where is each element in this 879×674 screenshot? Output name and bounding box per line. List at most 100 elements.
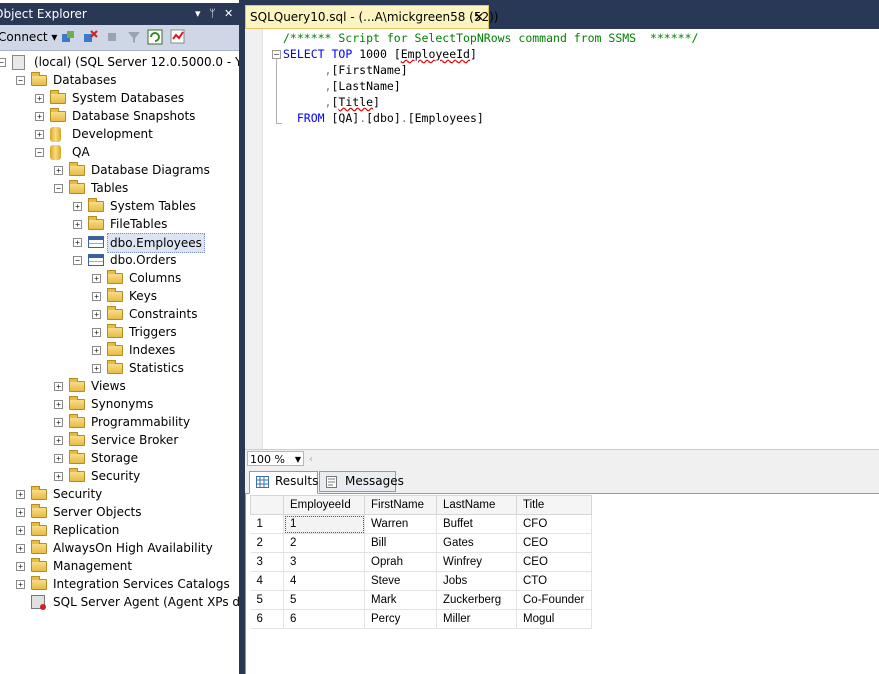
grid-cell[interactable]: CEO <box>516 533 592 553</box>
tab-results[interactable]: Results <box>249 471 318 494</box>
column-header[interactable]: EmployeeId <box>283 495 365 515</box>
connect-icon[interactable] <box>60 29 76 45</box>
table-row[interactable]: 3 3 Oprah Winfrey CEO <box>250 552 592 572</box>
tree-node-label: AlwaysOn High Availability <box>53 541 213 555</box>
grid-cell[interactable]: Oprah <box>364 552 437 572</box>
fold-guide-line <box>276 59 282 124</box>
expand-icon[interactable]: + <box>54 400 63 409</box>
pin-icon[interactable]: ᛘ <box>209 3 216 25</box>
row-number-cell[interactable]: 1 <box>250 514 284 534</box>
expand-icon[interactable]: + <box>92 310 101 319</box>
tree-node-label: dbo.Orders <box>110 253 177 267</box>
expand-icon[interactable]: + <box>16 508 25 517</box>
expand-icon[interactable]: + <box>35 112 44 121</box>
expand-icon[interactable]: + <box>92 346 101 355</box>
results-grid[interactable]: EmployeeId FirstName LastName Title 1 1 Warre… <box>250 495 592 629</box>
table-row[interactable]: 2 2 Bill Gates CEO <box>250 533 592 553</box>
table-row[interactable]: 6 6 Percy Miller Mogul <box>250 609 592 629</box>
table-row[interactable]: 4 4 Steve Jobs CTO <box>250 571 592 591</box>
grid-cell[interactable]: CTO <box>516 571 592 591</box>
grid-cell[interactable]: Co-Founder <box>516 590 592 610</box>
grid-icon <box>256 475 269 488</box>
grid-cell[interactable]: CFO <box>516 514 592 534</box>
column-header[interactable]: LastName <box>436 495 517 515</box>
filter-icon[interactable] <box>126 29 142 45</box>
expand-icon[interactable]: + <box>73 220 82 229</box>
expand-icon[interactable]: + <box>92 328 101 337</box>
close-tab-icon[interactable]: ✕ <box>474 6 484 28</box>
table-row[interactable]: 5 5 Mark Zuckerberg Co-Founder <box>250 590 592 610</box>
grid-cell[interactable]: 4 <box>283 571 365 591</box>
grid-cell[interactable]: Percy <box>364 609 437 629</box>
collapse-icon[interactable]: − <box>35 148 44 157</box>
pin-dropdown-icon[interactable]: ▾ <box>195 3 201 25</box>
expand-icon[interactable]: + <box>54 418 63 427</box>
collapse-icon[interactable]: − <box>54 184 63 193</box>
collapse-icon[interactable]: − <box>0 58 6 67</box>
collapse-icon[interactable]: − <box>16 76 25 85</box>
grid-cell[interactable]: 5 <box>283 590 365 610</box>
grid-cell[interactable]: Mogul <box>516 609 592 629</box>
expand-icon[interactable]: + <box>35 94 44 103</box>
expand-icon[interactable]: + <box>54 472 63 481</box>
scroll-left-icon[interactable]: ‹ <box>309 454 313 465</box>
row-number-cell[interactable]: 2 <box>250 533 284 553</box>
expand-icon[interactable]: + <box>54 454 63 463</box>
expand-icon[interactable]: + <box>73 202 82 211</box>
query-editor[interactable]: − /****** Script for SelectTopNRows comm… <box>245 29 879 452</box>
expand-icon[interactable]: + <box>92 274 101 283</box>
expand-icon[interactable]: + <box>16 544 25 553</box>
expand-icon[interactable]: + <box>54 436 63 445</box>
grid-cell[interactable]: Jobs <box>436 571 517 591</box>
expand-icon[interactable]: + <box>16 526 25 535</box>
activity-monitor-icon[interactable] <box>170 29 186 45</box>
grid-cell[interactable]: Mark <box>364 590 437 610</box>
row-number-cell[interactable]: 3 <box>250 552 284 572</box>
row-number-cell[interactable]: 5 <box>250 590 284 610</box>
grid-cell[interactable]: Buffet <box>436 514 517 534</box>
row-number-cell[interactable]: 6 <box>250 609 284 629</box>
query-document-tab[interactable]: SQLQuery10.sql - (...A\mickgreen58 (52))… <box>245 5 498 29</box>
tree-node-label: Views <box>91 379 126 393</box>
connect-button[interactable]: Connect ▾ <box>0 30 57 44</box>
code-token: [LastName] <box>331 79 401 93</box>
grid-corner-cell[interactable] <box>250 495 284 515</box>
grid-cell[interactable]: Miller <box>436 609 517 629</box>
expand-icon[interactable]: + <box>16 580 25 589</box>
grid-cell[interactable]: 1 <box>283 514 365 534</box>
expand-icon[interactable]: + <box>54 382 63 391</box>
grid-cell[interactable]: CEO <box>516 552 592 572</box>
expand-icon[interactable]: + <box>16 490 25 499</box>
column-header[interactable]: FirstName <box>364 495 437 515</box>
refresh-icon[interactable] <box>147 29 163 45</box>
grid-cell[interactable]: Bill <box>364 533 437 553</box>
stop-icon[interactable] <box>104 29 120 45</box>
grid-cell[interactable]: Gates <box>436 533 517 553</box>
expand-icon[interactable]: + <box>92 364 101 373</box>
column-header[interactable]: Title <box>516 495 592 515</box>
expand-icon[interactable]: + <box>16 562 25 571</box>
tab-messages[interactable]: Messages <box>319 471 404 492</box>
grid-cell[interactable]: Steve <box>364 571 437 591</box>
expand-icon[interactable]: + <box>54 166 63 175</box>
code-token: ] <box>470 47 477 61</box>
grid-cell[interactable]: Warren <box>364 514 437 534</box>
expand-icon[interactable]: + <box>35 130 44 139</box>
grid-cell[interactable]: 3 <box>283 552 365 572</box>
table-row[interactable]: 1 1 Warren Buffet CFO <box>250 514 592 534</box>
row-number-cell[interactable]: 4 <box>250 571 284 591</box>
grid-cell[interactable]: Winfrey <box>436 552 517 572</box>
grid-cell[interactable]: Zuckerberg <box>436 590 517 610</box>
expand-icon[interactable]: + <box>73 238 82 247</box>
chevron-down-icon[interactable]: ▼ <box>295 452 301 467</box>
grid-cell[interactable]: 6 <box>283 609 365 629</box>
grid-cell[interactable]: 2 <box>283 533 365 553</box>
zoom-select[interactable]: 100 % ▼ <box>247 451 304 466</box>
disconnect-icon[interactable] <box>82 29 98 45</box>
close-panel-icon[interactable]: ✕ <box>224 3 233 25</box>
collapse-icon[interactable]: − <box>73 256 82 265</box>
expand-icon[interactable]: + <box>92 292 101 301</box>
collapse-region-icon[interactable]: − <box>272 50 281 59</box>
